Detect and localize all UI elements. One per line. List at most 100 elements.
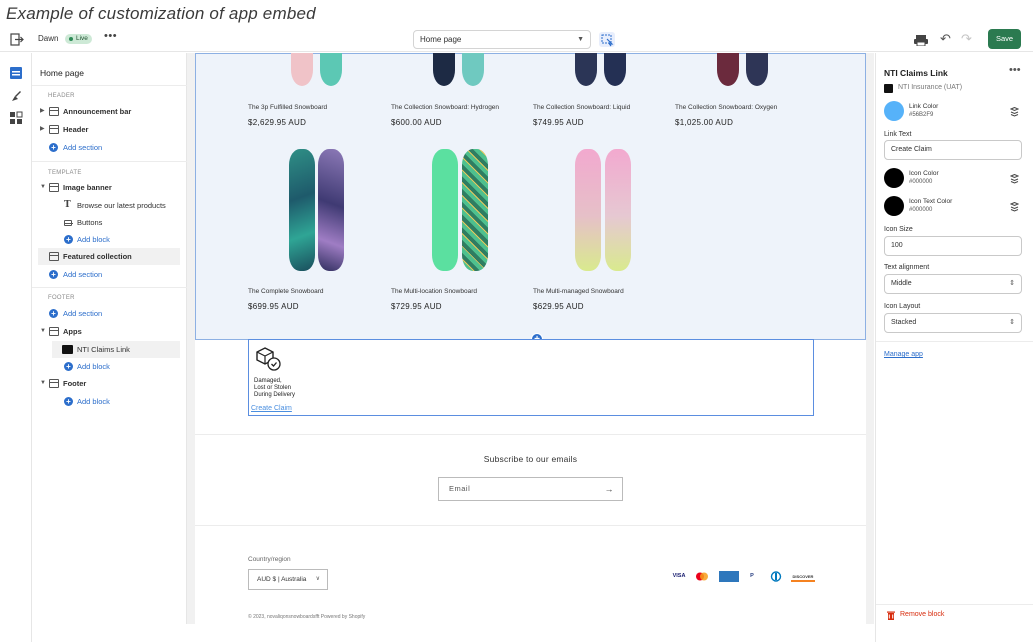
- chevron-down-icon[interactable]: ▼: [40, 375, 46, 392]
- add-block-footer-button[interactable]: + Add block: [32, 393, 187, 410]
- stack-icon[interactable]: [1010, 174, 1019, 184]
- sidebar-item-apps[interactable]: ▼ Apps: [32, 323, 187, 340]
- sidebar-item-featured-collection[interactable]: Featured collection: [38, 248, 180, 265]
- nti-claims-app-block[interactable]: Damaged, Lost or Stolen During Delivery …: [248, 339, 814, 416]
- product-card[interactable]: The Collection Snowboard: Liquid $749.95…: [533, 104, 673, 127]
- product-card[interactable]: The Collection Snowboard: Oxygen $1,025.…: [675, 104, 815, 127]
- country-selector[interactable]: AUD $ | Australia ∨: [248, 569, 328, 590]
- icon-color-swatch[interactable]: [884, 168, 904, 188]
- icon-text-color-swatch[interactable]: [884, 196, 904, 216]
- claim-text-line: Damaged,: [254, 378, 282, 384]
- theme-settings-icon[interactable]: [9, 89, 23, 103]
- add-section-label: Add section: [63, 270, 103, 279]
- add-section-header-button[interactable]: + Add section: [32, 139, 187, 156]
- product-name: The Complete Snowboard: [248, 288, 324, 295]
- footer-group-label: FOOTER: [48, 295, 75, 301]
- sections-sidebar: Home page HEADER ▶ Announcement bar ▶ He…: [32, 53, 187, 624]
- sidebar-item-header[interactable]: ▶ Header: [32, 121, 187, 138]
- sidebar-item-image-banner[interactable]: ▼ Image banner: [32, 179, 187, 196]
- featured-collection-section[interactable]: The 3p Fulfilled Snowboard $2,629.95 AUD…: [195, 53, 866, 340]
- add-block-apps-button[interactable]: + Add block: [32, 358, 187, 375]
- product-card[interactable]: The 3p Fulfilled Snowboard $2,629.95 AUD: [248, 104, 388, 127]
- chevron-down-icon[interactable]: ▼: [40, 323, 46, 340]
- sidebar-item-label: Header: [63, 125, 89, 134]
- product-price: $600.00 AUD: [391, 118, 442, 127]
- icon-layout-select[interactable]: Stacked ⇕: [884, 313, 1022, 333]
- product-price: $749.95 AUD: [533, 118, 584, 127]
- device-icon[interactable]: [914, 34, 928, 46]
- package-shield-icon: [256, 347, 281, 371]
- trash-icon: [887, 611, 895, 620]
- sidebar-item-label: Featured collection: [63, 252, 132, 261]
- divider: [195, 434, 866, 435]
- product-name: The Multi-location Snowboard: [391, 288, 477, 295]
- manage-app-link[interactable]: Manage app: [884, 351, 923, 358]
- sidebar-item-heading-block[interactable]: T Browse our latest products: [32, 197, 187, 214]
- create-claim-link[interactable]: Create Claim: [251, 405, 292, 412]
- icon-size-input[interactable]: 100: [884, 236, 1022, 256]
- more-actions-button[interactable]: •••: [104, 30, 117, 42]
- sidebar-item-label: NTI Claims Link: [77, 345, 130, 354]
- stack-icon[interactable]: [1010, 202, 1019, 212]
- sidebar-item-announcement-bar[interactable]: ▶ Announcement bar: [32, 103, 187, 120]
- link-color-label: Link Color: [909, 103, 939, 110]
- inspector-icon[interactable]: [599, 32, 615, 47]
- select-arrows-icon: ⇕: [1009, 319, 1015, 326]
- add-section-template-button[interactable]: + Add section: [32, 266, 187, 283]
- redo-icon[interactable]: ↷: [961, 31, 972, 47]
- sections-icon[interactable]: [9, 66, 23, 80]
- text-icon: T: [64, 200, 71, 210]
- sidebar-item-label: Apps: [63, 327, 82, 336]
- chevron-down-icon[interactable]: ▼: [40, 179, 46, 196]
- product-image: [605, 149, 631, 271]
- store-preview[interactable]: The 3p Fulfilled Snowboard $2,629.95 AUD…: [187, 53, 874, 624]
- chevron-right-icon[interactable]: ▶: [40, 121, 45, 138]
- add-icon: +: [64, 362, 73, 371]
- sidebar-item-buttons-block[interactable]: Buttons: [32, 214, 187, 231]
- icon-layout-label: Icon Layout: [884, 303, 921, 310]
- link-color-swatch[interactable]: [884, 101, 904, 121]
- image-icon: [49, 183, 59, 192]
- save-button[interactable]: Save: [988, 29, 1021, 49]
- more-options-button[interactable]: •••: [1009, 64, 1021, 76]
- arrow-right-icon[interactable]: →: [605, 478, 615, 500]
- add-icon: +: [64, 235, 73, 244]
- product-card[interactable]: The Collection Snowboard: Hydrogen $600.…: [391, 104, 531, 127]
- product-image: [320, 53, 342, 86]
- product-image: [289, 149, 315, 271]
- text-alignment-select[interactable]: Middle ⇕: [884, 274, 1022, 294]
- link-text-input[interactable]: Create Claim: [884, 140, 1022, 160]
- add-block-button[interactable]: + Add block: [32, 231, 187, 248]
- link-text-label: Link Text: [884, 131, 912, 138]
- product-name: The 3p Fulfilled Snowboard: [248, 104, 328, 111]
- amex-icon: AMEX: [719, 571, 739, 582]
- sidebar-item-footer[interactable]: ▼ Footer: [32, 375, 187, 392]
- live-badge: Live: [65, 34, 92, 44]
- app-embeds-icon[interactable]: [9, 111, 23, 125]
- add-block-label: Add block: [77, 235, 110, 244]
- apps-icon: [49, 327, 59, 336]
- add-icon: +: [49, 143, 58, 152]
- sidebar-item-label: Buttons: [77, 218, 103, 227]
- product-card[interactable]: The Complete Snowboard $699.95 AUD: [248, 288, 388, 311]
- icon-text-color-value: #000000: [909, 207, 933, 213]
- nti-app-icon: [62, 345, 73, 354]
- sidebar-item-nti-claims-link[interactable]: NTI Claims Link: [52, 341, 180, 358]
- stack-icon[interactable]: [1010, 107, 1019, 117]
- product-price: $729.95 AUD: [391, 302, 442, 311]
- undo-icon[interactable]: ↶: [940, 31, 951, 47]
- product-card[interactable]: The Multi-location Snowboard $729.95 AUD: [391, 288, 531, 311]
- product-image: [318, 149, 344, 271]
- icon-text-color-label: Icon Text Color: [909, 198, 953, 205]
- newsletter-email-input[interactable]: Email →: [438, 477, 623, 501]
- exit-icon[interactable]: [10, 33, 24, 46]
- add-section-label: Add section: [63, 143, 103, 152]
- product-card[interactable]: The Multi-managed Snowboard $629.95 AUD: [533, 288, 673, 311]
- product-image: [575, 149, 601, 271]
- remove-block-button[interactable]: Remove block: [876, 604, 1033, 626]
- add-section-footer-button[interactable]: + Add section: [32, 305, 187, 322]
- country-value: AUD $ | Australia: [257, 576, 307, 583]
- product-price: $2,629.95 AUD: [248, 118, 307, 127]
- chevron-right-icon[interactable]: ▶: [40, 103, 45, 120]
- page-selector[interactable]: Home page ▼: [413, 30, 591, 49]
